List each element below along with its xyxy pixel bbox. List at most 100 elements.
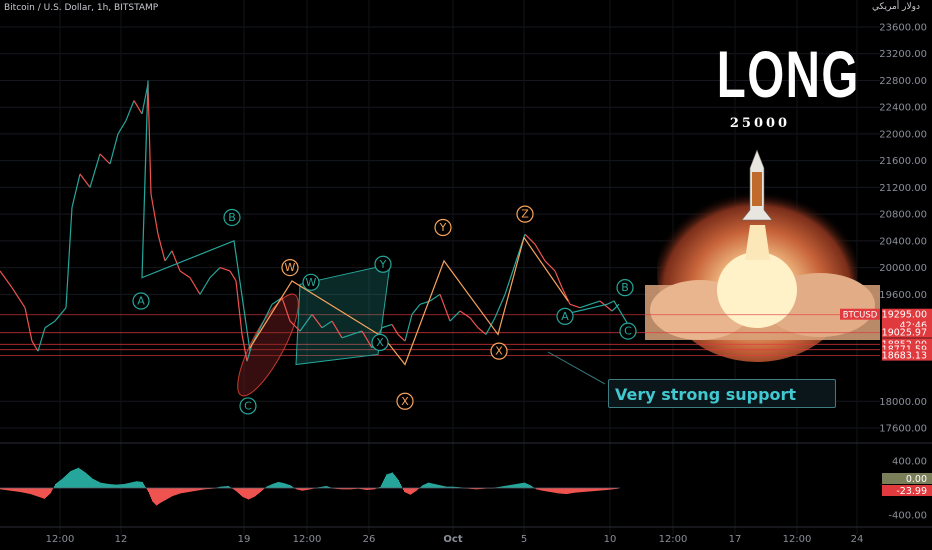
histogram-bar <box>103 483 104 488</box>
histogram-bar <box>111 484 112 488</box>
histogram-bar <box>593 488 594 492</box>
histogram-bar <box>269 485 270 488</box>
histogram-bar <box>174 488 175 496</box>
histogram-bar <box>131 482 132 488</box>
histogram-bar <box>513 484 514 488</box>
histogram-bar <box>428 482 429 488</box>
histogram-bar <box>516 483 517 488</box>
time-tick-label: 12:00 <box>783 534 812 545</box>
histogram-bar <box>135 481 136 488</box>
histogram-bar <box>426 483 427 488</box>
histogram-bar <box>259 488 260 493</box>
histogram-bar <box>276 482 277 488</box>
histogram-bar <box>13 488 14 492</box>
histogram-bar <box>127 483 128 488</box>
histogram-bar <box>550 488 551 493</box>
histogram-bar <box>84 471 85 488</box>
histogram-bar <box>545 488 546 492</box>
histogram-bar <box>406 488 407 493</box>
histogram-bar <box>183 488 184 493</box>
histogram-bar <box>94 479 95 488</box>
histogram-bar <box>519 483 520 488</box>
histogram-bar <box>62 478 63 488</box>
histogram-bar <box>152 488 153 502</box>
histogram-bar <box>283 483 284 488</box>
histogram-bar <box>137 481 138 488</box>
histogram-bar <box>435 484 436 488</box>
histogram-bar <box>70 471 71 488</box>
histogram-bar <box>552 488 553 493</box>
histogram-bar <box>29 488 30 494</box>
histogram-bar <box>132 482 133 488</box>
wave-label-a: A <box>561 310 569 323</box>
histogram-bar <box>521 483 522 488</box>
histogram-bar <box>242 488 243 497</box>
histogram-bar <box>432 483 433 488</box>
histogram-bar <box>64 476 65 488</box>
histogram-bar <box>247 488 248 500</box>
histogram-bar <box>241 488 242 496</box>
wave-label-y: Y <box>379 258 387 271</box>
histogram-bar <box>133 481 134 488</box>
time-tick-label: 12 <box>115 534 128 545</box>
time-tick-label: 10 <box>604 534 617 545</box>
price-tick-label: 23200.00 <box>879 49 927 60</box>
histogram-bar <box>138 481 139 488</box>
histogram-bar <box>89 475 90 488</box>
histogram-bar <box>250 488 251 499</box>
osc-tick-label: -400.00 <box>888 511 927 522</box>
histogram-bar <box>39 488 40 498</box>
histogram-bar <box>524 482 525 488</box>
histogram-bar <box>529 484 530 488</box>
histogram-bar <box>427 483 428 488</box>
histogram-bar <box>542 488 543 491</box>
histogram-bar <box>588 488 589 492</box>
histogram-bar <box>576 488 577 493</box>
histogram-bar <box>30 488 31 495</box>
histogram-bar <box>123 484 124 488</box>
wave-label-x: X <box>495 345 503 358</box>
symbol-badge-label: BTCUSD <box>843 311 878 321</box>
histogram-bar <box>236 488 237 492</box>
histogram-bar <box>81 469 82 488</box>
histogram-bar <box>383 480 384 488</box>
histogram-bar <box>193 488 194 492</box>
histogram-bar <box>42 488 43 499</box>
histogram-bar <box>244 488 245 498</box>
histogram-bar <box>43 488 44 499</box>
histogram-bar <box>130 482 131 488</box>
histogram-bar <box>520 483 521 488</box>
histogram-bar <box>98 481 99 488</box>
histogram-bar <box>112 484 113 488</box>
histogram-bar <box>168 488 169 499</box>
histogram-bar <box>35 488 36 496</box>
histogram-bar <box>166 488 167 500</box>
histogram-bar <box>562 488 563 494</box>
histogram-bar <box>595 488 596 491</box>
histogram-bar <box>574 488 575 493</box>
histogram-bar <box>271 484 272 488</box>
histogram-bar <box>177 488 178 495</box>
histogram-bar <box>579 488 580 493</box>
level-price-label: 18683.13 <box>882 351 927 362</box>
histogram-bar <box>160 488 161 503</box>
histogram-bar <box>83 471 84 488</box>
histogram-bar <box>196 488 197 491</box>
histogram-bar <box>381 484 382 488</box>
histogram-bar <box>439 485 440 488</box>
histogram-bar <box>551 488 552 493</box>
histogram-bar <box>509 485 510 488</box>
histogram-bar <box>175 488 176 496</box>
histogram-bar <box>17 488 18 492</box>
histogram-bar <box>91 477 92 488</box>
histogram-bar <box>68 472 69 488</box>
histogram-bar <box>50 488 51 494</box>
histogram-bar <box>170 488 171 498</box>
histogram-bar <box>18 488 19 492</box>
histogram-bar <box>394 474 395 488</box>
histogram-bar <box>46 488 47 497</box>
histogram-bar <box>278 481 279 488</box>
histogram-bar <box>36 488 37 497</box>
price-tick-label: 22400.00 <box>879 103 927 114</box>
histogram-bar <box>390 473 391 488</box>
